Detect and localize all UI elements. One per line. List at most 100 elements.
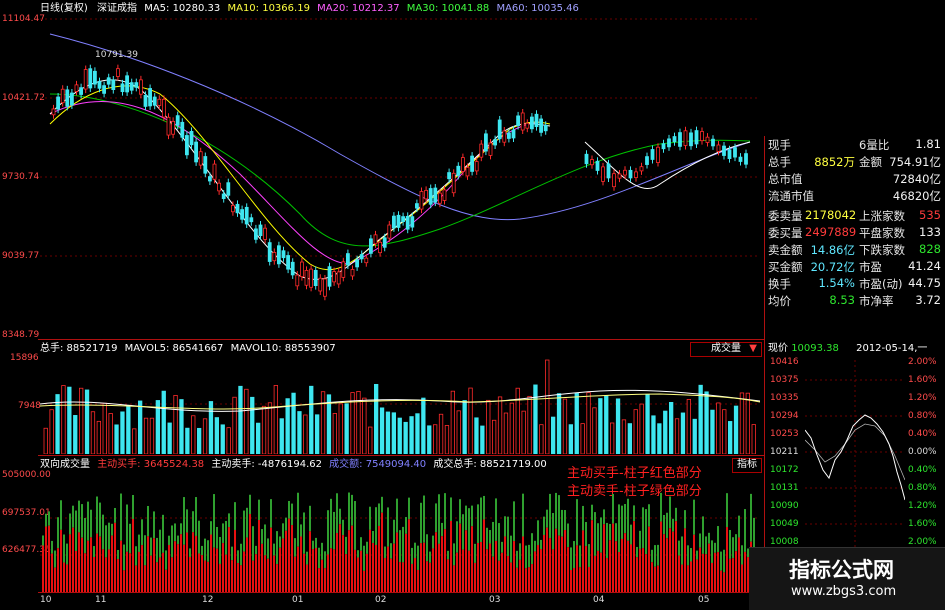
flow-bar-sell <box>468 508 470 551</box>
volume-bar <box>191 415 196 454</box>
volume-bar <box>515 387 520 454</box>
flow-bar-buy <box>477 543 479 592</box>
flow-bar-buy <box>267 558 269 592</box>
volume-bar <box>533 384 538 454</box>
price-axis-4: 9039.77 <box>2 251 40 261</box>
candle-body <box>382 237 387 248</box>
intraday-chart[interactable] <box>805 360 905 547</box>
price-chart[interactable]: 10791.39 <box>40 14 760 339</box>
flow-bar-sell <box>585 522 587 547</box>
candle-body <box>465 167 470 177</box>
flow-bar-sell <box>504 516 506 537</box>
candle-body <box>623 169 627 176</box>
info-value: 1.81 <box>915 137 941 151</box>
flow-bar-buy <box>573 568 575 592</box>
volume-bar <box>379 407 385 454</box>
flow-total: 成交总手: 88521719.00 <box>433 459 547 470</box>
flow-bar-buy <box>396 532 398 592</box>
flow-bar-buy <box>429 562 431 592</box>
flow-bar-buy <box>495 540 497 592</box>
candle-body <box>152 96 157 106</box>
volume-bar <box>486 399 491 454</box>
candle-body <box>634 171 638 179</box>
flow-bar-sell <box>306 551 308 565</box>
flow-bar-buy <box>462 549 464 592</box>
flow-bar-sell <box>192 511 194 533</box>
mini-left-tick: 10172 <box>770 465 799 475</box>
flow-bar-buy <box>699 547 701 592</box>
period-label[interactable]: 日线(复权) <box>40 3 88 14</box>
flow-bar-buy <box>516 567 518 592</box>
candle-body <box>249 217 254 223</box>
candle-body <box>364 257 369 264</box>
flow-bar-sell <box>534 540 536 552</box>
candle-body <box>744 153 748 165</box>
flow-bar-sell <box>531 533 533 565</box>
flow-bar-buy <box>297 546 299 592</box>
volume-bar <box>297 411 302 454</box>
flow-bar-buy <box>174 541 176 592</box>
flow-bar-sell <box>576 499 578 546</box>
candle-body <box>584 153 589 165</box>
candle-body <box>194 141 199 163</box>
flow-bar-buy <box>651 562 653 592</box>
info-key: 换手 <box>768 277 791 291</box>
flow-bar-buy <box>294 556 296 592</box>
candle-body <box>83 69 88 90</box>
volume-bar <box>456 410 461 454</box>
info-row: 委卖量 2178042 上涨家数 535 <box>765 207 945 224</box>
watermark-url: www.zbgs3.com <box>791 584 897 599</box>
flow-bar-buy <box>159 557 161 592</box>
flow-annotation-1: 主动买手-柱子红色部分 <box>567 466 702 481</box>
volume-bar <box>220 424 225 454</box>
volume-bar <box>67 386 72 454</box>
flow-bar-buy <box>345 554 347 592</box>
ma5-value: MA5: 10280.33 <box>144 3 221 14</box>
info-value: 72840亿 <box>892 172 941 186</box>
candle-body <box>332 271 337 283</box>
volume-bar <box>173 395 178 454</box>
flow-bar-sell <box>510 535 512 563</box>
flow-bar-sell <box>267 538 269 559</box>
flow-bar-buy <box>408 519 410 592</box>
flow-bar-sell <box>642 507 644 549</box>
flow-bar-buy <box>501 552 503 592</box>
flow-bar-buy <box>744 551 746 592</box>
info-panel: 现手 6量比 1.81 总手 8852万 金额 754.91亿 总市值 72840亿 流通市值 46… <box>765 136 945 341</box>
flow-bar-buy <box>291 525 293 592</box>
flow-bar-buy <box>426 561 428 592</box>
candle-body <box>134 82 139 88</box>
flow-bar-buy <box>555 528 557 592</box>
flow-bar-sell <box>459 499 461 524</box>
flow-bar-buy <box>741 564 743 592</box>
volume-dropdown[interactable]: 成交量 ▼ <box>690 342 762 357</box>
flow-bar-sell <box>621 505 623 539</box>
candle-body <box>451 172 456 194</box>
candle-body <box>267 242 272 262</box>
flow-bar-buy <box>243 551 245 592</box>
flow-bar-sell <box>699 533 701 548</box>
volume-chart[interactable] <box>40 356 760 454</box>
volume-bar <box>674 418 680 454</box>
flow-chart[interactable] <box>40 480 760 592</box>
indicator-button[interactable]: 指标 <box>732 458 762 473</box>
watermark-title: 指标公式网 <box>789 558 894 582</box>
flow-bar-buy <box>405 533 407 592</box>
flow-bar-buy <box>201 555 203 592</box>
flow-bar-buy <box>276 564 278 592</box>
candle-body <box>497 119 502 140</box>
flow-bar-buy <box>288 518 290 592</box>
ma5-line <box>49 79 551 281</box>
info-key: 市净率 <box>859 294 894 308</box>
flow-bar-buy <box>609 540 611 592</box>
flow-bar-buy <box>45 526 47 592</box>
candle-body <box>212 163 217 180</box>
volume-bar <box>427 425 432 454</box>
flow-bar-buy <box>447 559 449 592</box>
volume-bar <box>368 426 373 454</box>
flow-axis-1: 505000.00 <box>2 470 51 480</box>
volume-bar <box>332 413 338 454</box>
info-value: 2497889 <box>805 225 857 239</box>
candle-body <box>391 215 396 229</box>
flow-bar-sell <box>291 503 293 526</box>
